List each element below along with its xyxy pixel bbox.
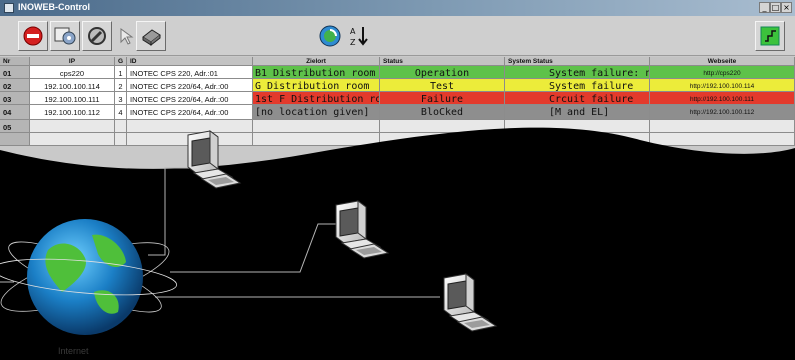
row-webseite-link[interactable]: http://192.100.100.114: [650, 79, 795, 92]
row-status: BloCked: [380, 105, 505, 120]
row-nr: 01: [0, 66, 30, 79]
window-title: INOWEB-Control: [18, 2, 90, 12]
col-status[interactable]: Status: [380, 57, 505, 66]
toolbar: AZ: [0, 16, 795, 56]
pointer-icon: [120, 28, 134, 45]
row-webseite-link[interactable]: http://192.100.100.111: [650, 92, 795, 105]
row-nr: 04: [0, 105, 30, 120]
row-status: [380, 120, 505, 133]
refresh-icon: [319, 25, 341, 47]
col-id[interactable]: ID: [127, 57, 253, 66]
stop-button[interactable]: [18, 21, 48, 51]
row-status: [380, 133, 505, 146]
book-button[interactable]: [136, 21, 166, 51]
settings-icon: [54, 27, 76, 45]
col-zielort[interactable]: Zielort: [253, 57, 380, 66]
tools-button[interactable]: [82, 21, 112, 51]
sort-az-icon: AZ: [350, 27, 368, 47]
svg-text:A: A: [350, 27, 356, 36]
sort-az-button[interactable]: AZ: [344, 21, 374, 51]
row-id: [127, 120, 253, 133]
col-nr[interactable]: Nr: [0, 57, 30, 66]
row-webseite-link: [650, 133, 795, 146]
maximize-button[interactable]: □: [770, 2, 781, 13]
tools-icon: [88, 27, 106, 45]
row-id: [127, 133, 253, 146]
row-ip: [30, 120, 115, 133]
col-webseite[interactable]: Webseite: [650, 57, 795, 66]
row-nr: 02: [0, 79, 30, 92]
row-zielort: B1 Distribution room: [253, 66, 380, 79]
row-webseite-link[interactable]: http://cps220: [650, 66, 795, 79]
row-status: Operation: [380, 66, 505, 79]
row-system-status: [505, 120, 650, 133]
row-zielort: G Distribution room: [253, 79, 380, 92]
title-bar: INOWEB-Control _ □ ×: [0, 0, 795, 16]
row-g: 3: [115, 92, 127, 105]
row-zielort: [no location given]: [253, 105, 380, 120]
row-nr: 03: [0, 92, 30, 105]
inoweb-window: INOWEB-Control _ □ × AZ Nr IP G ID Zielo…: [0, 0, 795, 170]
col-g[interactable]: G: [115, 57, 127, 66]
close-button[interactable]: ×: [781, 2, 792, 13]
row-ip: cps220: [30, 66, 115, 79]
row-system-status: System failure: none: [505, 66, 650, 79]
computer-icon: [443, 273, 497, 332]
row-id: INOTEC CPS 220, Adr.:01: [127, 66, 253, 79]
table-row[interactable]: 04 192.100.100.112 4 INOTEC CPS 220/64, …: [0, 105, 795, 120]
stop-icon: [23, 26, 43, 46]
minimize-button[interactable]: _: [759, 2, 770, 13]
row-system-status: [M and EL]: [505, 105, 650, 120]
col-ip[interactable]: IP: [30, 57, 115, 66]
row-webseite-link: [650, 120, 795, 133]
row-system-status: [505, 133, 650, 146]
row-id: INOTEC CPS 220/64, Adr.:00: [127, 92, 253, 105]
row-g: 4: [115, 105, 127, 120]
row-zielort: [253, 120, 380, 133]
row-zielort: 1st F Distribution room: [253, 92, 380, 105]
row-ip: 192.100.100.114: [30, 79, 115, 92]
table-header: Nr IP G ID Zielort Status System Status …: [0, 57, 795, 66]
row-nr: 05: [0, 120, 30, 133]
connection-line: [170, 223, 336, 273]
book-icon: [142, 29, 161, 47]
row-nr: [0, 133, 30, 146]
row-system-status: Crcuit failure: [505, 92, 650, 105]
row-id: INOTEC CPS 220/64, Adr.:00: [127, 105, 253, 120]
row-status: Test: [380, 79, 505, 92]
internet-label: Internet: [58, 346, 89, 356]
row-id: INOTEC CPS 220/64, Adr.:00: [127, 79, 253, 92]
row-g: [115, 133, 127, 146]
table-row[interactable]: 01 cps220 1 INOTEC CPS 220, Adr.:01 B1 D…: [0, 66, 795, 79]
svg-text:Z: Z: [350, 38, 356, 47]
settings-button[interactable]: [50, 21, 80, 51]
row-webseite-link[interactable]: http://192.100.100.112: [650, 105, 795, 120]
refresh-button[interactable]: [315, 21, 345, 51]
row-g: [115, 120, 127, 133]
col-system-status[interactable]: System Status: [505, 57, 650, 66]
exit-icon: [760, 26, 780, 46]
row-g: 2: [115, 79, 127, 92]
exit-button[interactable]: [755, 21, 785, 51]
row-system-status: System failure: [505, 79, 650, 92]
row-ip: 192.100.100.111: [30, 92, 115, 105]
row-status: Failure: [380, 92, 505, 105]
table-row: [0, 133, 795, 146]
row-g: 1: [115, 66, 127, 79]
row-zielort: [253, 133, 380, 146]
computer-icon: [335, 200, 389, 259]
table-row[interactable]: 03 192.100.100.111 3 INOTEC CPS 220/64, …: [0, 92, 795, 105]
row-ip: 192.100.100.112: [30, 105, 115, 120]
table-row[interactable]: 02 192.100.100.114 2 INOTEC CPS 220/64, …: [0, 79, 795, 92]
row-ip: [30, 133, 115, 146]
table-row[interactable]: 05: [0, 120, 795, 133]
connection-line: [148, 167, 190, 256]
internet-globe-icon: [0, 219, 178, 335]
app-icon: [4, 3, 14, 13]
